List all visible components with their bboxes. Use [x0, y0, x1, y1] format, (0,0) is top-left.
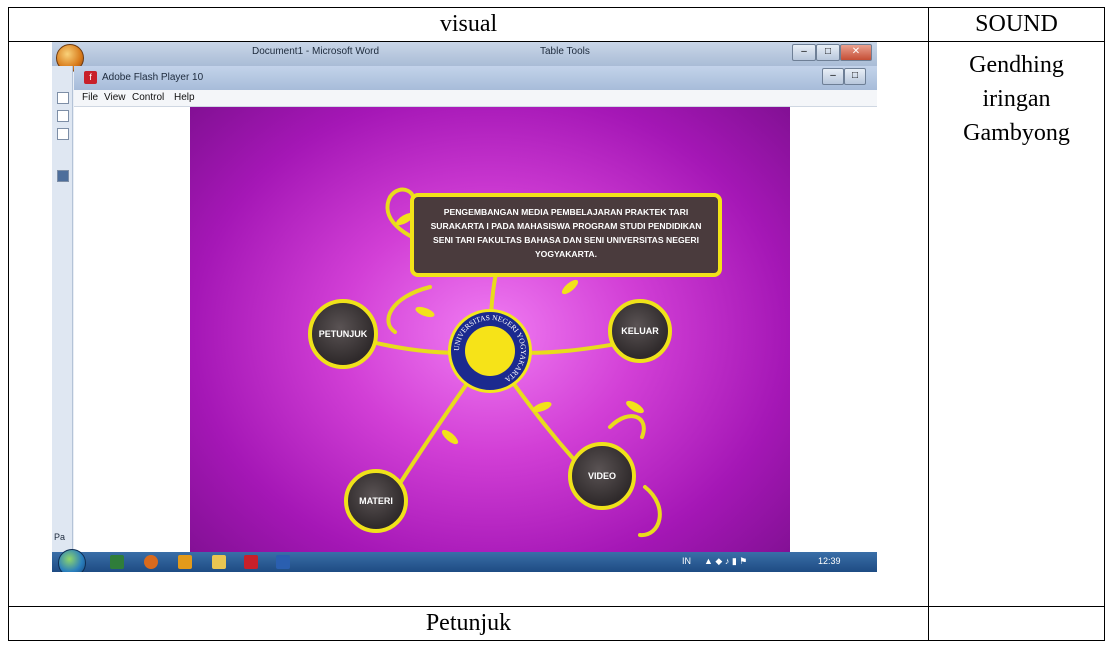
- table-caption-cell: Petunjuk: [8, 606, 929, 641]
- app-title-box: PENGEMBANGAN MEDIA PEMBELAJARAN PRAKTEK …: [410, 193, 722, 277]
- checkbox-icon[interactable]: [57, 110, 69, 122]
- word-maximize-button[interactable]: □: [816, 44, 840, 61]
- sound-line-3: Gambyong: [963, 120, 1070, 146]
- svg-text:UNIVERSITAS NEGERI YOGYAKARTA: UNIVERSITAS NEGERI YOGYAKARTA: [452, 313, 528, 385]
- header-sound: SOUND: [975, 11, 1058, 37]
- excel-icon[interactable]: [110, 555, 124, 569]
- firefox-icon[interactable]: [144, 555, 158, 569]
- checkbox-icon[interactable]: [57, 128, 69, 140]
- clock[interactable]: 12:39: [818, 556, 841, 566]
- flash-stage: PENGEMBANGAN MEDIA PEMBELAJARAN PRAKTEK …: [190, 107, 790, 572]
- header-visual: visual: [439, 11, 498, 37]
- table-tools-tab[interactable]: Table Tools: [540, 46, 590, 57]
- flash-maximize-button[interactable]: □: [844, 68, 866, 85]
- folder-icon[interactable]: [212, 555, 226, 569]
- sound-line-2: iringan: [982, 86, 1051, 112]
- flash-minimize-button[interactable]: –: [822, 68, 844, 85]
- university-logo: UNIVERSITAS NEGERI YOGYAKARTA: [448, 309, 532, 393]
- video-button[interactable]: VIDEO: [568, 442, 636, 510]
- petunjuk-label: PETUNJUK: [318, 329, 368, 339]
- menu-view[interactable]: View: [104, 92, 126, 103]
- word-minimize-button[interactable]: –: [792, 44, 816, 61]
- flash-taskbar-icon[interactable]: [244, 555, 258, 569]
- petunjuk-button[interactable]: PETUNJUK: [308, 299, 378, 369]
- materi-label: MATERI: [359, 496, 393, 506]
- table-header-visual-cell: visual: [8, 7, 929, 42]
- windows-taskbar: IN ▲ ◆ ♪ ▮ ⚑ 12:39: [52, 549, 877, 572]
- flash-title: Adobe Flash Player 10: [102, 72, 204, 83]
- caption-petunjuk: Petunjuk: [425, 610, 512, 636]
- save-icon[interactable]: [57, 170, 69, 182]
- word-taskbar-icon[interactable]: [276, 555, 290, 569]
- word-left-strip: Pa: [52, 66, 73, 552]
- word-close-button[interactable]: ✕: [840, 44, 872, 61]
- flash-menubar: File View Control Help: [74, 90, 877, 107]
- word-status-fragment: Pa: [54, 532, 66, 542]
- table-header-sound-cell: SOUND: [928, 7, 1105, 42]
- keluar-label: KELUAR: [621, 326, 659, 336]
- video-label: VIDEO: [587, 471, 616, 481]
- flash-player-icon: f: [84, 71, 97, 84]
- sound-line-1: Gendhing: [969, 52, 1064, 78]
- menu-file[interactable]: File: [82, 92, 98, 103]
- start-button[interactable]: [58, 549, 86, 572]
- menu-control[interactable]: Control: [132, 92, 164, 103]
- media-player-icon[interactable]: [178, 555, 192, 569]
- table-caption-empty-cell: [928, 606, 1105, 641]
- materi-button[interactable]: MATERI: [344, 469, 408, 533]
- flash-titlebar: f Adobe Flash Player 10 – □: [74, 66, 877, 90]
- word-titlebar: Document1 - Microsoft Word Table Tools –…: [52, 42, 877, 72]
- table-sound-cell: Gendhing iringan Gambyong: [928, 41, 1105, 607]
- checkbox-icon[interactable]: [57, 92, 69, 104]
- word-title: Document1 - Microsoft Word: [252, 46, 380, 57]
- embedded-screenshot: Document1 - Microsoft Word Table Tools –…: [52, 42, 877, 572]
- flash-player-window: f Adobe Flash Player 10 – □ File View Co…: [74, 66, 877, 572]
- language-indicator[interactable]: IN: [682, 556, 691, 566]
- logo-ring-text: UNIVERSITAS NEGERI YOGYAKARTA: [452, 313, 528, 385]
- tray-icons[interactable]: ▲ ◆ ♪ ▮ ⚑: [704, 556, 747, 567]
- menu-help[interactable]: Help: [174, 92, 195, 103]
- keluar-button[interactable]: KELUAR: [608, 299, 672, 363]
